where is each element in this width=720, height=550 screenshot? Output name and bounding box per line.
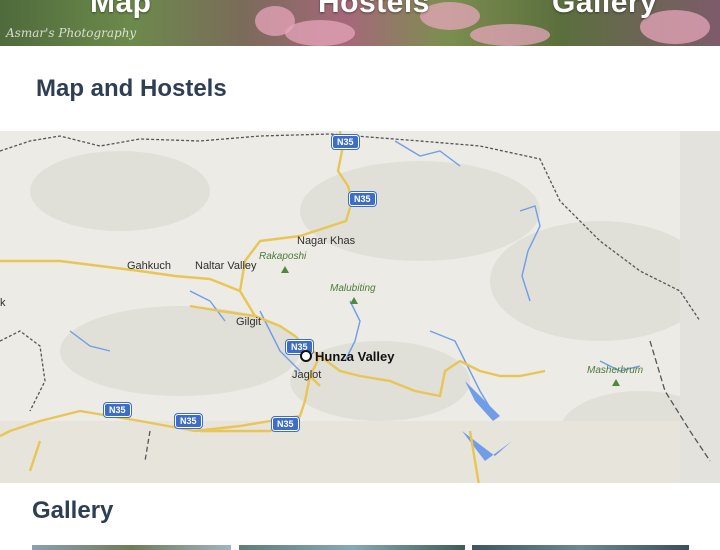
peak-icon bbox=[350, 297, 358, 304]
peak-label: Masherbrum bbox=[587, 365, 644, 376]
banner-photo-blossom bbox=[470, 24, 550, 46]
place-label: k bbox=[0, 297, 6, 309]
nav-tab-map[interactable]: Map bbox=[90, 0, 152, 20]
road-shield-n35: N35 bbox=[332, 135, 359, 149]
place-label: Naltar Valley bbox=[195, 260, 257, 272]
map-terrain bbox=[0, 131, 720, 483]
peak-label: Rakaposhi bbox=[259, 251, 307, 262]
map-marker-label: Hunza Valley bbox=[315, 349, 395, 364]
place-label: Gilgit bbox=[236, 316, 262, 328]
gallery-thumbnail[interactable] bbox=[32, 545, 231, 550]
map-view[interactable]: N35 N35 N35 N35 N35 N35 Hunza Valley Nag… bbox=[0, 131, 720, 483]
nav-tab-hostels[interactable]: Hostels bbox=[318, 0, 430, 20]
place-label: Jaglot bbox=[292, 369, 322, 381]
road-shield-n35: N35 bbox=[104, 403, 131, 417]
map-marker-hunza-valley[interactable]: Hunza Valley bbox=[300, 349, 394, 364]
gallery-section-title: Gallery bbox=[32, 497, 114, 524]
map-section-title: Map and Hostels bbox=[36, 75, 227, 102]
nav-tab-gallery[interactable]: Gallery bbox=[552, 0, 657, 20]
peak-icon bbox=[281, 266, 289, 273]
gallery-thumbnail[interactable] bbox=[239, 545, 465, 550]
place-label: Nagar Khas bbox=[297, 235, 356, 247]
road-shield-n35: N35 bbox=[349, 192, 376, 206]
header-banner: Map Hostels Gallery Asmar's Photography bbox=[0, 0, 720, 46]
photo-watermark: Asmar's Photography bbox=[6, 26, 137, 40]
gallery-thumbnail[interactable] bbox=[472, 545, 689, 550]
road-shield-n35: N35 bbox=[175, 414, 202, 428]
location-pin-icon bbox=[300, 350, 312, 362]
peak-label: Malubiting bbox=[330, 283, 376, 294]
road-shield-n35: N35 bbox=[272, 417, 299, 431]
peak-icon bbox=[612, 379, 620, 386]
place-label: Gahkuch bbox=[127, 260, 172, 272]
banner-photo-blossom bbox=[285, 20, 355, 46]
